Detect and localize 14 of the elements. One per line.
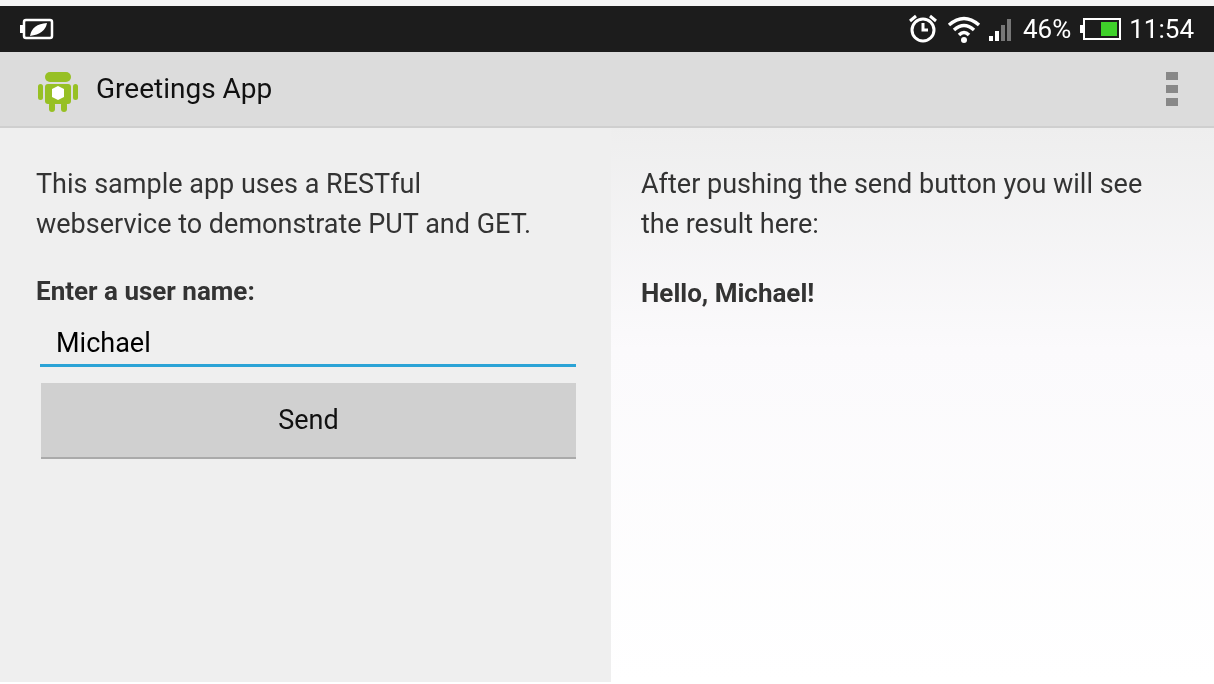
clock-time: 11:54 xyxy=(1129,12,1194,46)
leaf-icon xyxy=(20,17,54,41)
battery-icon xyxy=(1079,18,1122,40)
wifi-icon xyxy=(946,15,981,43)
user-name-field[interactable]: Michael xyxy=(40,321,576,367)
description-text: This sample app uses a RESTful webservice to demonstrate PUT and GET. xyxy=(36,167,533,242)
instructions-text: After pushing the send button you will see the result here: xyxy=(641,167,1144,242)
field-label: Enter a user name: xyxy=(36,275,256,308)
battery-percent: 46% xyxy=(1022,12,1072,46)
result-text: Hello, Michael! xyxy=(641,277,816,310)
alarm-icon xyxy=(906,13,939,45)
overflow-menu-icon[interactable] xyxy=(1166,72,1178,106)
app-title: Greetings App xyxy=(96,71,273,107)
send-button[interactable]: Send xyxy=(41,383,576,457)
